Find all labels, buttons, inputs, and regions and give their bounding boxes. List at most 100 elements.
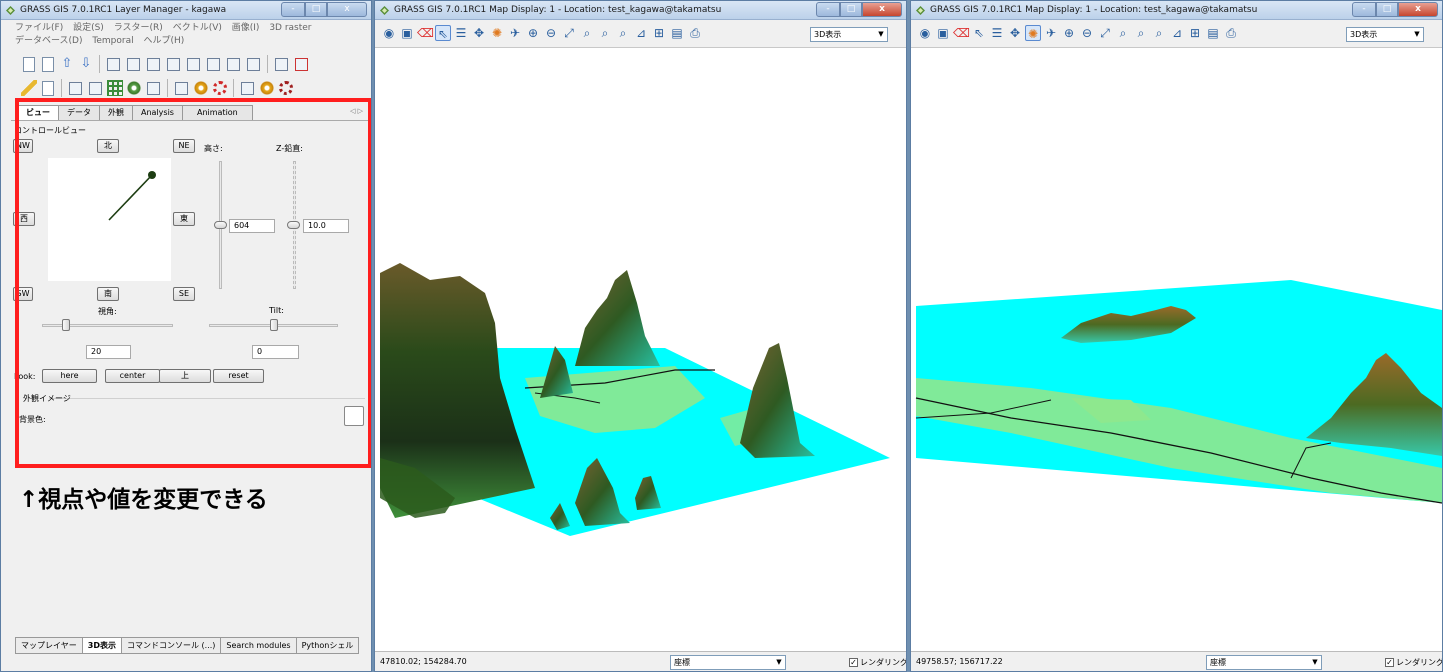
zoom-back-icon[interactable]: ⌕	[1115, 25, 1131, 41]
menu-raster[interactable]: ラスター(R)	[114, 23, 163, 33]
pointer-icon[interactable]: ⇖	[435, 25, 451, 41]
zoom-menu-icon[interactable]: ⌕	[1151, 25, 1167, 41]
add-overlay-icon[interactable]	[187, 57, 200, 71]
overlay-icon[interactable]: ⊞	[1187, 25, 1203, 41]
maximize-button[interactable]: □	[1376, 2, 1398, 17]
zoom-region-icon[interactable]: ⌕	[1133, 25, 1149, 41]
maximize-button[interactable]: □	[840, 2, 862, 17]
fly-icon[interactable]: ✈	[1043, 25, 1059, 41]
map-canvas-3d[interactable]	[375, 48, 906, 651]
zoom-out-icon[interactable]: ⊖	[543, 25, 559, 41]
render-checkbox[interactable]: ✓ レンダリング	[849, 657, 906, 668]
close-button[interactable]: x	[1398, 2, 1438, 17]
modeler-icon[interactable]	[126, 80, 142, 96]
print-icon[interactable]: ⎙	[1223, 25, 1239, 41]
add-group-icon[interactable]	[207, 57, 220, 71]
zoom-extent-icon[interactable]: ⤢	[561, 25, 577, 41]
menu-vector[interactable]: ベクトル(V)	[173, 23, 222, 33]
eye-icon[interactable]: ◉	[917, 25, 933, 41]
map-canvas-3d[interactable]	[911, 48, 1442, 651]
close-button[interactable]: x	[862, 2, 902, 17]
cartographic-composer-icon[interactable]	[175, 81, 188, 95]
minimize-button[interactable]: -	[1352, 2, 1376, 17]
zoom-extent-icon[interactable]: ⤢	[1097, 25, 1113, 41]
rotate-icon[interactable]: ✺	[1025, 25, 1041, 41]
render-mode-select[interactable]: 3D表示 ▼	[810, 27, 888, 42]
minimize-button[interactable]: -	[816, 2, 840, 17]
remove-layer-icon[interactable]	[295, 57, 308, 71]
attribute-table-icon[interactable]	[42, 80, 54, 96]
layer-properties-icon[interactable]	[241, 81, 254, 95]
query-icon[interactable]: ☰	[989, 25, 1005, 41]
add-multiple-vector-icon[interactable]	[167, 57, 180, 71]
erase-icon[interactable]: ⌫	[953, 25, 970, 41]
query-icon[interactable]: ☰	[453, 25, 469, 41]
zoom-in-icon[interactable]: ⊕	[1061, 25, 1077, 41]
status-mode-select[interactable]: 座標 ▼	[1206, 655, 1322, 670]
grass-logo-icon	[380, 6, 389, 15]
tab-map-layers[interactable]: マップレイヤー	[15, 637, 83, 654]
save-image-icon[interactable]: ▤	[669, 25, 685, 41]
menu-imagery[interactable]: 画像(I)	[232, 23, 260, 33]
pan-icon[interactable]: ✥	[1007, 25, 1023, 41]
checkmark-icon: ✓	[849, 658, 858, 667]
import-icon[interactable]	[247, 57, 260, 71]
status-mode-select[interactable]: 座標 ▼	[670, 655, 786, 670]
render-map-icon[interactable]: ▣	[935, 25, 951, 41]
render-mode-select[interactable]: 3D表示 ▼	[1346, 27, 1424, 42]
add-raster-icon[interactable]	[107, 57, 120, 71]
new-workspace-icon[interactable]	[42, 56, 54, 72]
tab-3d-view[interactable]: 3D表示	[81, 637, 122, 654]
help-lifebuoy-icon[interactable]	[213, 81, 227, 95]
fly-icon[interactable]: ✈	[507, 25, 523, 41]
raster-map-calculator-icon[interactable]	[69, 81, 82, 95]
tab-search-modules[interactable]: Search modules	[220, 637, 297, 654]
pointer-icon[interactable]: ⇖	[971, 25, 987, 41]
preferences-gear-icon[interactable]	[259, 80, 275, 96]
zoom-menu-icon[interactable]: ⌕	[615, 25, 631, 41]
pencil-icon[interactable]	[21, 80, 37, 96]
tab-python-shell[interactable]: Pythonシェル	[295, 637, 360, 654]
map-display-2-titlebar[interactable]: GRASS GIS 7.0.1RC1 Map Display: 1 - Loca…	[911, 1, 1442, 20]
menu-database[interactable]: データベース(D)	[15, 36, 83, 46]
pan-icon[interactable]: ✥	[471, 25, 487, 41]
menu-temporal[interactable]: Temporal	[92, 36, 133, 46]
about-icon[interactable]	[279, 81, 293, 95]
maximize-button[interactable]: □	[305, 2, 327, 17]
render-map-icon[interactable]: ▣	[399, 25, 415, 41]
georectify-icon[interactable]	[89, 81, 102, 95]
menu-file[interactable]: ファイル(F)	[15, 23, 63, 33]
minimize-button[interactable]: -	[281, 2, 305, 17]
layer-manager-titlebar[interactable]: GRASS GIS 7.0.1RC1 Layer Manager - kagaw…	[1, 1, 371, 20]
eye-icon[interactable]: ◉	[381, 25, 397, 41]
menu-help[interactable]: ヘルプ(H)	[143, 36, 184, 46]
save-image-icon[interactable]: ▤	[1205, 25, 1221, 41]
map-swipe-icon[interactable]	[147, 81, 160, 95]
close-button[interactable]: x	[327, 2, 367, 17]
analyze-icon[interactable]: ⊿	[1169, 25, 1185, 41]
load-workspace-icon[interactable]: ⇧	[59, 56, 75, 72]
duplicate-layer-icon[interactable]	[275, 57, 288, 71]
erase-icon[interactable]: ⌫	[417, 25, 434, 41]
render-checkbox[interactable]: ✓ レンダリング	[1385, 657, 1442, 668]
new-display-icon[interactable]	[23, 56, 35, 72]
zoom-in-icon[interactable]: ⊕	[525, 25, 541, 41]
settings-gear-icon[interactable]	[193, 80, 209, 96]
analyze-icon[interactable]: ⊿	[633, 25, 649, 41]
grid-icon[interactable]	[107, 80, 123, 96]
add-wms-icon[interactable]	[227, 57, 240, 71]
add-vector-icon[interactable]	[147, 57, 160, 71]
save-workspace-icon[interactable]: ⇩	[78, 56, 94, 72]
map-display-1-titlebar[interactable]: GRASS GIS 7.0.1RC1 Map Display: 1 - Loca…	[375, 1, 906, 20]
zoom-region-icon[interactable]: ⌕	[597, 25, 613, 41]
zoom-back-icon[interactable]: ⌕	[579, 25, 595, 41]
print-icon[interactable]: ⎙	[687, 25, 703, 41]
menu-3d-raster[interactable]: 3D raster	[269, 23, 311, 33]
overlay-icon[interactable]: ⊞	[651, 25, 667, 41]
zoom-out-icon[interactable]: ⊖	[1079, 25, 1095, 41]
add-multiple-raster-icon[interactable]	[127, 57, 140, 71]
bottom-tabs: マップレイヤー 3D表示 コマンドコンソール (...) Search modu…	[15, 637, 360, 654]
rotate-icon[interactable]: ✺	[489, 25, 505, 41]
tab-command-console[interactable]: コマンドコンソール (...)	[120, 637, 222, 654]
menu-settings[interactable]: 設定(S)	[73, 23, 104, 33]
